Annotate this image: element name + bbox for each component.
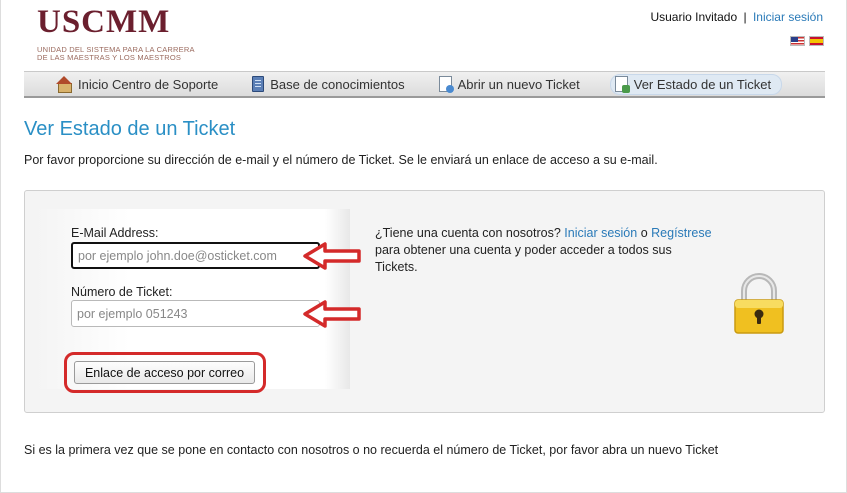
email-field[interactable] <box>71 242 320 269</box>
email-label: E-Mail Address: <box>71 226 159 240</box>
lock-icon <box>734 273 784 334</box>
email-access-link-button[interactable]: Enlace de acceso por correo <box>74 361 255 384</box>
check-status-panel: E-Mail Address: Número de Ticket: Enlace… <box>24 190 825 413</box>
user-area: Usuario Invitado | Iniciar sesión <box>650 10 823 24</box>
language-flags <box>790 36 824 46</box>
ticket-number-field[interactable] <box>71 300 320 327</box>
submit-highlight: Enlace de acceso por correo <box>64 352 266 393</box>
nav-item-home[interactable]: Inicio Centro de Soporte <box>52 74 228 95</box>
new-ticket-icon <box>438 76 454 93</box>
nav-item-label: Abrir un nuevo Ticket <box>457 76 580 92</box>
flag-es-icon[interactable] <box>809 36 824 46</box>
footer-note: Si es la primera vez que se pone en cont… <box>24 443 719 457</box>
help-prefix: ¿Tiene una cuenta con nosotros? <box>375 226 561 240</box>
page-title: Ver Estado de un Ticket <box>24 118 236 140</box>
intro-text: Por favor proporcione su dirección de e-… <box>24 153 658 167</box>
help-login-link[interactable]: Iniciar sesión <box>564 226 637 240</box>
nav-item-label: Ver Estado de un Ticket <box>633 76 772 92</box>
logo-subtitle-line2: DE LAS MAESTRAS Y LOS MAESTROS <box>37 53 182 62</box>
main-nav: Inicio Centro de Soporte Base de conocim… <box>24 71 825 98</box>
header-login-link[interactable]: Iniciar sesión <box>753 10 823 24</box>
nav-item-ticket-status[interactable]: Ver Estado de un Ticket <box>609 73 783 95</box>
annotation-arrow-ticket <box>303 300 361 328</box>
book-icon <box>252 76 265 92</box>
nav-item-new-ticket[interactable]: Abrir un nuevo Ticket <box>435 74 590 95</box>
header-separator: | <box>743 10 747 24</box>
account-help-text: ¿Tiene una cuenta con nosotros? Iniciar … <box>375 225 715 276</box>
logo-title: USCMM <box>37 4 171 40</box>
nav-item-label: Inicio Centro de Soporte <box>78 76 219 92</box>
guest-user-label: Usuario Invitado <box>650 10 738 24</box>
logo-subtitle: UNIDAD DEL SISTEMA PARA LA CARRERA DE LA… <box>37 46 227 62</box>
register-link[interactable]: Regístrese <box>651 226 711 240</box>
help-suffix: para obtener una cuenta y poder acceder … <box>375 243 672 274</box>
annotation-arrow-email <box>303 242 361 270</box>
flag-us-icon[interactable] <box>790 36 805 46</box>
ticket-status-icon <box>614 76 630 93</box>
home-icon <box>56 76 72 93</box>
nav-item-knowledgebase[interactable]: Base de conocimientos <box>248 74 414 95</box>
help-conjunction: o <box>640 226 648 240</box>
page: USCMM UNIDAD DEL SISTEMA PARA LA CARRERA… <box>0 0 847 493</box>
ticket-number-label: Número de Ticket: <box>71 285 173 299</box>
nav-item-label: Base de conocimientos <box>270 76 405 92</box>
